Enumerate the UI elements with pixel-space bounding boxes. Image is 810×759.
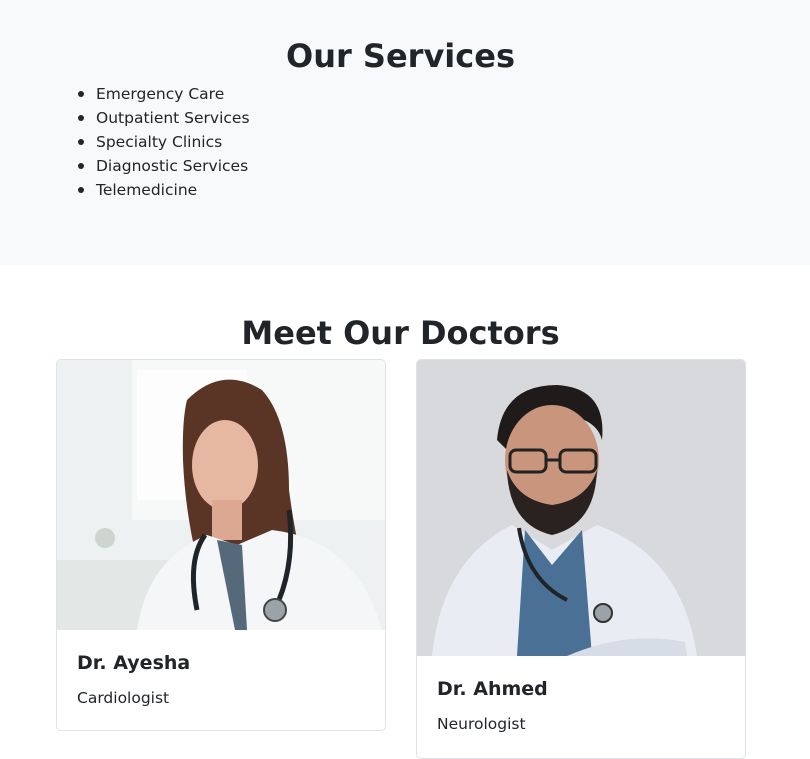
bullet-icon — [78, 91, 84, 97]
doctor-name: Dr. Ayesha — [77, 652, 191, 674]
service-item-diagnostic: Diagnostic Services — [78, 154, 250, 178]
bullet-icon — [78, 115, 84, 121]
doctor-card: Dr. Ahmed Neurologist — [416, 359, 746, 759]
doctor-name: Dr. Ahmed — [437, 678, 548, 700]
bullet-icon — [78, 187, 84, 193]
services-list: Emergency Care Outpatient Services Speci… — [78, 82, 250, 202]
doctor-photo — [417, 360, 745, 656]
doctor-card: Dr. Ayesha Cardiologist — [56, 359, 386, 731]
bullet-icon — [78, 163, 84, 169]
doctors-title: Meet Our Doctors — [241, 314, 560, 352]
doctor-photo — [57, 360, 385, 630]
service-item-emergency-care: Emergency Care — [78, 82, 250, 106]
service-item-specialty-clinics: Specialty Clinics — [78, 130, 250, 154]
bullet-icon — [78, 139, 84, 145]
service-item-outpatient: Outpatient Services — [78, 106, 250, 130]
service-item-telemedicine: Telemedicine — [78, 178, 250, 202]
services-title: Our Services — [286, 37, 515, 75]
services-section: Our Services Emergency Care Outpatient S… — [0, 0, 810, 265]
doctor-specialty: Neurologist — [437, 715, 526, 733]
doctor-specialty: Cardiologist — [77, 689, 170, 707]
